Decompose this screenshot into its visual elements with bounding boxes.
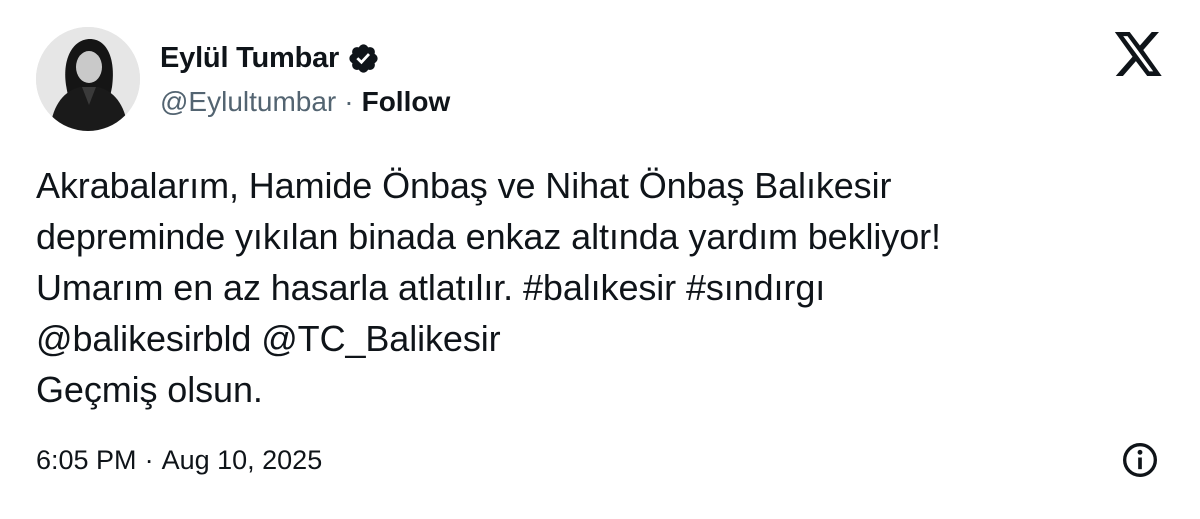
- avatar-photo: [36, 27, 140, 131]
- tweet-time[interactable]: 6:05 PM: [36, 445, 137, 476]
- info-icon[interactable]: [1120, 440, 1160, 480]
- tweet-text: Akrabalarım, Hamide Önbaş ve Nihat Önbaş…: [36, 160, 1166, 415]
- x-logo-icon[interactable]: [1114, 32, 1164, 77]
- author-display-name[interactable]: Eylül Tumbar: [160, 42, 339, 75]
- tweet-text-line: depreminde yıkılan binada enkaz altında …: [36, 216, 941, 257]
- handle-separator: ·: [344, 86, 354, 117]
- tweet-text-line: Umarım en az hasarla atlatılır. #balıkes…: [36, 267, 826, 308]
- tweet-text-line: Akrabalarım, Hamide Önbaş ve Nihat Önbaş…: [36, 165, 892, 206]
- tweet-text-line: Geçmiş olsun.: [36, 369, 263, 410]
- follow-link[interactable]: Follow: [362, 86, 451, 118]
- meta-separator: ·: [144, 444, 154, 475]
- verified-badge-icon: [347, 42, 380, 75]
- author-name-row: Eylül Tumbar: [160, 38, 380, 78]
- tweet-text-line: @balikesirbld @TC_Balikesir: [36, 318, 501, 359]
- tweet-card: Eylül Tumbar @Eylultumbar · Follow Akrab…: [0, 0, 1200, 519]
- tweet-date[interactable]: Aug 10, 2025: [162, 445, 323, 476]
- author-handle[interactable]: @Eylultumbar: [160, 86, 336, 118]
- tweet-meta[interactable]: 6:05 PM · Aug 10, 2025: [36, 440, 322, 480]
- avatar[interactable]: [36, 27, 140, 131]
- author-handle-row: @Eylultumbar · Follow: [160, 82, 450, 122]
